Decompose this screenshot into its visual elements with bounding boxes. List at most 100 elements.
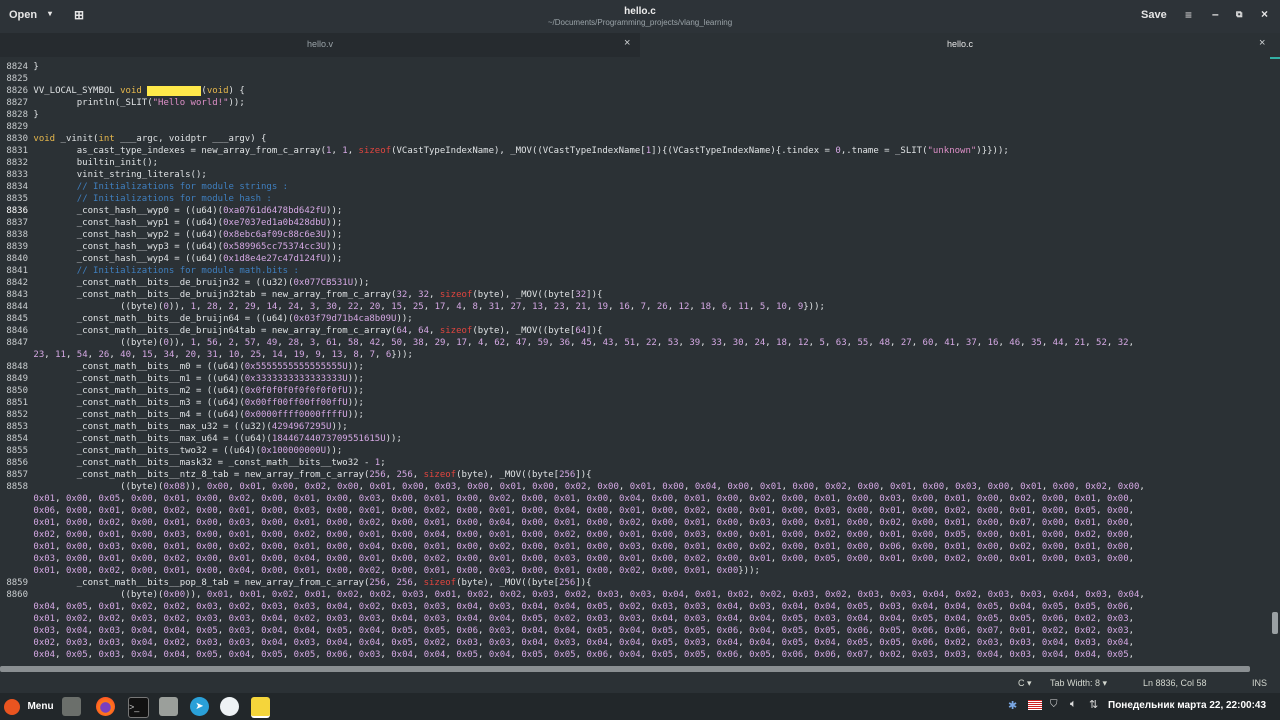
code-line[interactable]: 8848 _const_math__bits__m0 = ((u64)(0x55…	[0, 361, 364, 373]
shield-icon[interactable]: ⛉	[1050, 699, 1058, 710]
code-line[interactable]: 8851 _const_math__bits__m3 = ((u64)(0x00…	[0, 397, 364, 409]
minimize-icon[interactable]: –	[1212, 7, 1219, 21]
line-text: 0x01, 0x00, 0x02, 0x00, 0x01, 0x00, 0x04…	[33, 566, 760, 576]
code-line[interactable]: 8826 VV_LOCAL_SYMBOL void main__main(voi…	[0, 85, 245, 97]
code-line[interactable]: 8846 _const_math__bits__de_bruijn64tab =…	[0, 325, 602, 337]
code-line[interactable]: 8842 _const_math__bits__de_bruijn32 = ((…	[0, 277, 369, 289]
start-menu-button[interactable]: Menu	[4, 698, 54, 716]
tab-close-icon[interactable]: ×	[1259, 37, 1265, 49]
code-editor[interactable]: 8824 } 8825 8826 VV_LOCAL_SYMBOL void mai…	[0, 57, 1270, 664]
terminal-icon[interactable]: >_	[128, 697, 149, 718]
text-editor-icon[interactable]	[251, 697, 270, 718]
code-line[interactable]: 0x04, 0x05, 0x03, 0x04, 0x04, 0x05, 0x04…	[0, 649, 1134, 661]
line-text: }	[28, 62, 39, 72]
language-selector[interactable]: C ▾	[1018, 678, 1032, 689]
code-line[interactable]: 8830 void _vinit(int ___argc, voidptr __…	[0, 133, 266, 145]
code-line[interactable]: 8832 builtin_init();	[0, 157, 158, 169]
tab-hello-c[interactable]: hello.c	[640, 33, 1280, 59]
code-line[interactable]: 8838 _const_hash__wyp2 = ((u64)(0x8ebc6a…	[0, 229, 342, 241]
ubuntu-logo-icon	[4, 698, 20, 715]
code-line[interactable]: 8834 // Initializations for module strin…	[0, 181, 288, 193]
line-number: 8847	[6, 338, 28, 348]
tab-close-icon[interactable]: ×	[624, 37, 630, 49]
code-line[interactable]: 0x03, 0x00, 0x01, 0x00, 0x02, 0x00, 0x01…	[0, 553, 1134, 565]
code-line[interactable]: 8841 // Initializations for module math.…	[0, 265, 299, 277]
code-line[interactable]: 8844 ((byte)(0)), 1, 28, 2, 29, 14, 24, …	[0, 301, 825, 313]
vertical-scrollbar[interactable]	[1272, 612, 1278, 634]
code-line[interactable]: 0x06, 0x00, 0x01, 0x00, 0x02, 0x00, 0x01…	[0, 505, 1134, 517]
vscode-icon[interactable]	[220, 697, 239, 716]
line-text: // Initializations for module hash :	[33, 194, 272, 204]
code-line[interactable]: 0x01, 0x00, 0x02, 0x00, 0x01, 0x00, 0x03…	[0, 517, 1134, 529]
tab-width-selector[interactable]: Tab Width: 8 ▾	[1050, 678, 1107, 689]
files-icon[interactable]	[62, 697, 81, 716]
cursor-position: Ln 8836, Col 58	[1143, 678, 1207, 688]
code-line[interactable]: 0x01, 0x00, 0x02, 0x00, 0x01, 0x00, 0x04…	[0, 565, 760, 577]
network-icon[interactable]: ⇅	[1089, 698, 1098, 711]
code-line[interactable]: 0x01, 0x02, 0x02, 0x03, 0x02, 0x03, 0x03…	[0, 613, 1134, 625]
code-line[interactable]: 8853 _const_math__bits__max_u32 = ((u32)…	[0, 421, 347, 433]
line-text: builtin_init();	[28, 158, 159, 168]
maximize-icon[interactable]: ⧉	[1236, 9, 1242, 20]
code-line[interactable]: 8828 }	[0, 109, 39, 121]
line-number: 8858	[6, 482, 28, 492]
clock[interactable]: Понедельник марта 22, 22:00:43	[1108, 700, 1266, 711]
code-line[interactable]: 8843 _const_math__bits__de_bruijn32tab =…	[0, 289, 602, 301]
save-button[interactable]: Save	[1141, 9, 1167, 21]
code-line[interactable]: 8825	[0, 73, 33, 85]
code-line[interactable]: 8845 _const_math__bits__de_bruijn64 = ((…	[0, 313, 412, 325]
code-line[interactable]: 8839 _const_hash__wyp3 = ((u64)(0x589965…	[0, 241, 342, 253]
code-line[interactable]: 8833 vinit_string_literals();	[0, 169, 207, 181]
code-line[interactable]: 8857 _const_math__bits__ntz_8_tab = new_…	[0, 469, 591, 481]
folder-icon[interactable]	[159, 697, 178, 716]
line-number: 8834	[6, 182, 28, 192]
horizontal-scrollbar[interactable]	[0, 666, 1250, 672]
code-line[interactable]: 8860 ((byte)(0x00)), 0x01, 0x01, 0x02, 0…	[0, 589, 1145, 601]
line-text: 0x02, 0x03, 0x03, 0x04, 0x02, 0x03, 0x03…	[33, 638, 1135, 648]
code-line[interactable]: 8829	[0, 121, 33, 133]
us-flag-icon[interactable]	[1028, 700, 1042, 710]
code-line[interactable]: 0x04, 0x05, 0x01, 0x02, 0x02, 0x03, 0x02…	[0, 601, 1134, 613]
line-number: 8835	[6, 194, 28, 204]
code-line[interactable]: 8856 _const_math__bits__mask32 = _const_…	[0, 457, 385, 469]
code-line[interactable]: 23, 11, 54, 26, 40, 15, 34, 20, 31, 10, …	[0, 349, 413, 361]
code-line[interactable]: 8835 // Initializations for module hash …	[0, 193, 272, 205]
telegram-icon[interactable]: ➤	[190, 697, 209, 716]
line-text: _const_math__bits__de_bruijn32 = ((u32)(…	[28, 278, 370, 288]
code-line[interactable]: 8831 as_cast_type_indexes = new_array_fr…	[0, 145, 1009, 157]
code-line[interactable]: 8837 _const_hash__wyp1 = ((u64)(0xe7037e…	[0, 217, 342, 229]
code-line[interactable]: 0x01, 0x00, 0x05, 0x00, 0x01, 0x00, 0x02…	[0, 493, 1134, 505]
code-line[interactable]: 0x03, 0x04, 0x03, 0x04, 0x04, 0x05, 0x03…	[0, 625, 1134, 637]
line-number: 8841	[6, 266, 28, 276]
code-line[interactable]: 8827 println(_SLIT("Hello world!"));	[0, 97, 244, 109]
hamburger-menu-icon[interactable]: ≡	[1185, 8, 1192, 22]
code-line[interactable]: 8824 }	[0, 61, 39, 73]
code-line[interactable]: 0x01, 0x00, 0x03, 0x00, 0x01, 0x00, 0x02…	[0, 541, 1134, 553]
code-line[interactable]: 8855 _const_math__bits__two32 = ((u64)(0…	[0, 445, 342, 457]
code-line[interactable]: 8836 _const_hash__wyp0 = ((u64)(0xa0761d…	[0, 205, 342, 217]
code-line[interactable]: 8849 _const_math__bits__m1 = ((u64)(0x33…	[0, 373, 364, 385]
code-line[interactable]: 8850 _const_math__bits__m2 = ((u64)(0x0f…	[0, 385, 364, 397]
line-text: _const_math__bits__de_bruijn64tab = new_…	[28, 326, 603, 336]
tab-hello-v[interactable]: hello.v	[0, 33, 640, 57]
line-number: 8843	[6, 290, 28, 300]
close-window-icon[interactable]: ×	[1261, 7, 1268, 21]
line-text: 0x01, 0x00, 0x03, 0x00, 0x01, 0x00, 0x02…	[33, 542, 1135, 552]
firefox-icon[interactable]	[96, 697, 115, 716]
code-line[interactable]: 8859 _const_math__bits__pop_8_tab = new_…	[0, 577, 591, 589]
header-bar: Open ▾ ⊞ hello.c ~/Documents/Programming…	[0, 0, 1280, 34]
line-number: 8829	[6, 122, 28, 132]
line-number: 8840	[6, 254, 28, 264]
code-line[interactable]: 0x02, 0x00, 0x01, 0x00, 0x03, 0x00, 0x01…	[0, 529, 1134, 541]
volume-icon[interactable]: 🔈︎	[1070, 698, 1077, 711]
line-number: 8857	[6, 470, 28, 480]
line-number: 8832	[6, 158, 28, 168]
code-line[interactable]: 8858 ((byte)(0x08)), 0x00, 0x01, 0x00, 0…	[0, 481, 1145, 493]
code-line[interactable]: 8854 _const_math__bits__max_u64 = ((u64)…	[0, 433, 402, 445]
line-number: 8851	[6, 398, 28, 408]
code-line[interactable]: 0x02, 0x03, 0x03, 0x04, 0x02, 0x03, 0x03…	[0, 637, 1134, 649]
bluetooth-icon[interactable]: ✱	[1008, 699, 1017, 712]
code-line[interactable]: 8847 ((byte)(0)), 1, 56, 2, 57, 49, 28, …	[0, 337, 1134, 349]
code-line[interactable]: 8840 _const_hash__wyp4 = ((u64)(0x1d8e4e…	[0, 253, 342, 265]
code-line[interactable]: 8852 _const_math__bits__m4 = ((u64)(0x00…	[0, 409, 364, 421]
